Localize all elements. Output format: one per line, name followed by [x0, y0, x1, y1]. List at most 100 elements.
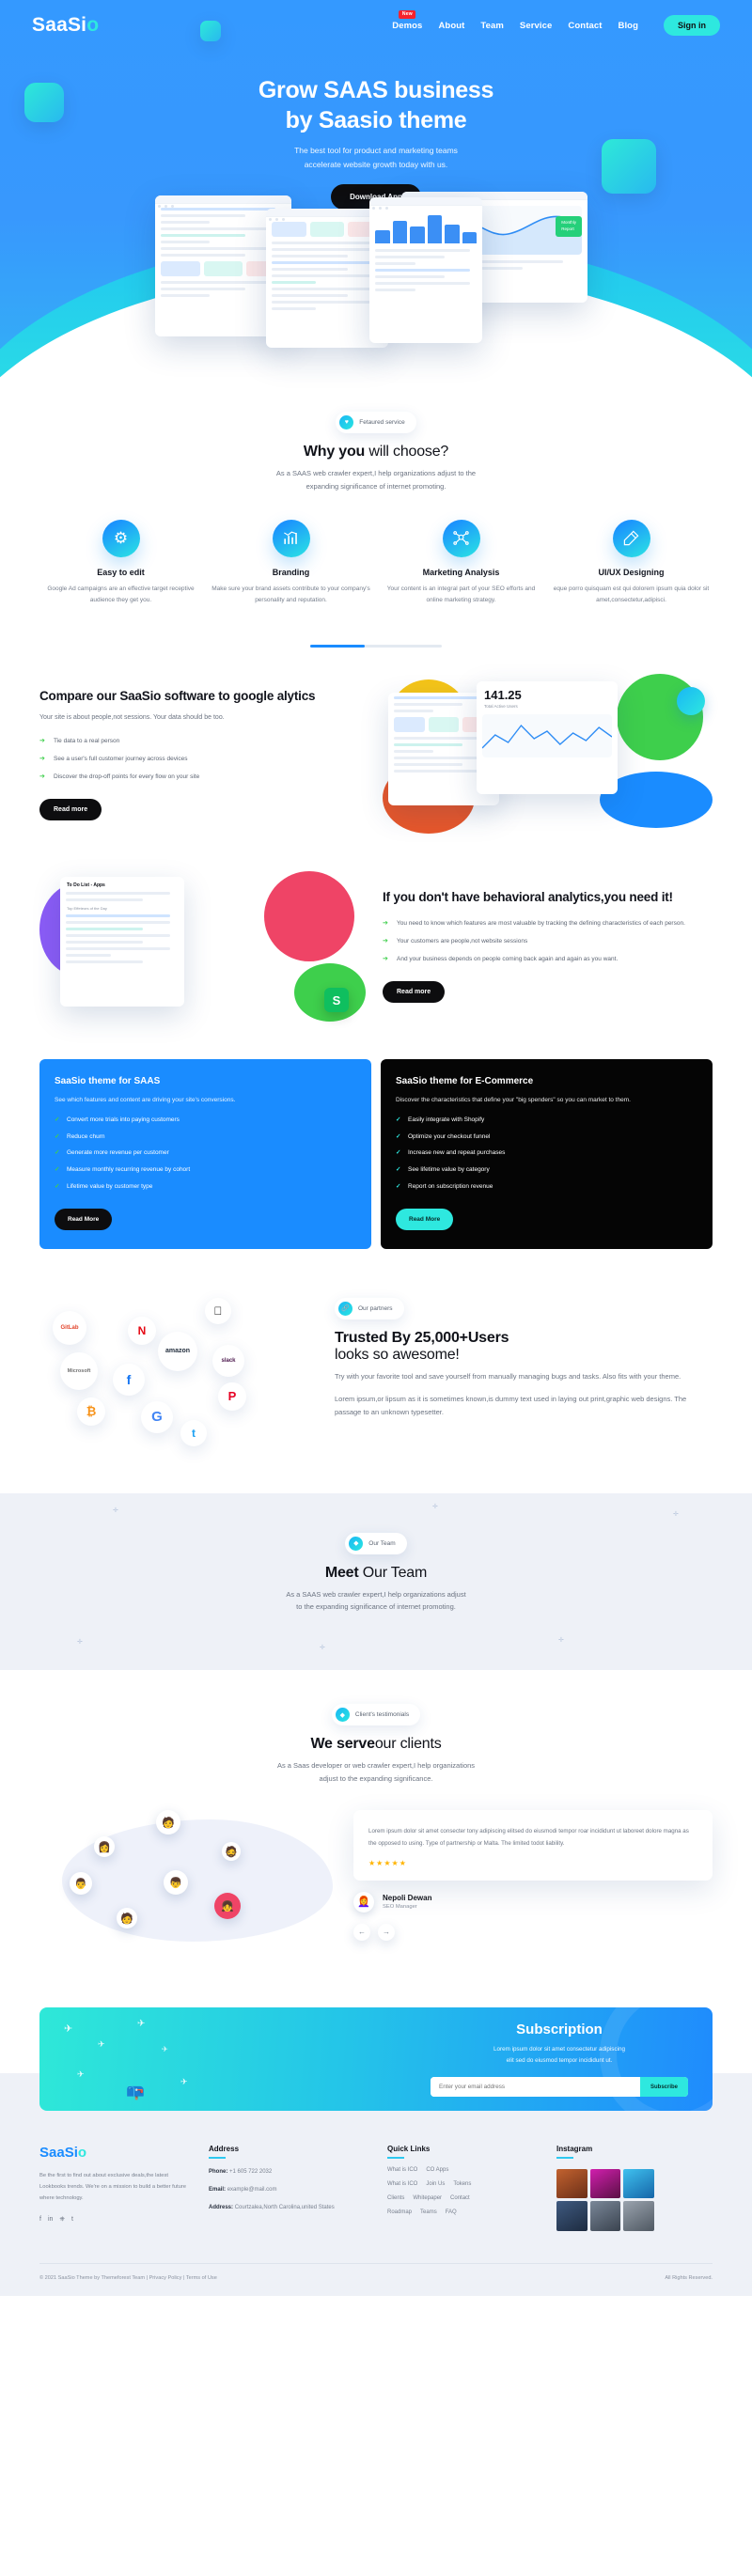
footer-quicklinks-column: Quick Links What is ICO CO Apps What is …: [387, 2145, 538, 2231]
compare-bullets: Tie data to a real person See a user's f…: [39, 736, 369, 783]
nav-item-about[interactable]: About: [438, 21, 464, 31]
prev-arrow-button[interactable]: ←: [353, 1923, 370, 1941]
progress-track[interactable]: [310, 645, 442, 648]
pill-label: Client's testimonials: [354, 1711, 410, 1719]
logo-facebook[interactable]: f: [113, 1363, 145, 1396]
nav-item-service[interactable]: Service: [520, 21, 553, 31]
decor-ring: [600, 2007, 713, 2112]
logo-twitter[interactable]: t: [180, 1419, 207, 1446]
quick-link[interactable]: Whitepaper: [413, 2195, 442, 2201]
author-name: Nepoli Dewan: [383, 1894, 432, 1903]
avatar[interactable]: 🧑: [156, 1810, 180, 1835]
our-partners-pill: 🔗 Our partners: [335, 1297, 404, 1319]
feature-title: UI/UX Designing: [598, 567, 665, 577]
team-section: ✛ ✛ ✛ ✛ ✛ ✛ ◆ Our Team Meet Our Team As …: [0, 1492, 752, 1671]
page-root: SaaSio New Demos About Team Service Cont…: [0, 0, 752, 2296]
brand-name: SaaSi: [32, 14, 87, 36]
logo-gitlab[interactable]: GitLab: [53, 1310, 86, 1345]
quick-link[interactable]: FAQ: [446, 2209, 457, 2215]
facebook-icon[interactable]: f: [39, 2216, 41, 2224]
partners-section: GitLab  N amazon slack Microsoft f P ₿ …: [0, 1292, 752, 1452]
address-value: Courtzalea,North Carolina,united States: [234, 2205, 335, 2211]
avatar[interactable]: 👩: [94, 1836, 115, 1858]
nav-item-blog[interactable]: Blog: [618, 21, 638, 31]
feature-card[interactable]: Branding Make sure your brand assets con…: [210, 519, 372, 607]
quick-link[interactable]: CO Apps: [426, 2167, 448, 2173]
linkedin-icon[interactable]: in: [48, 2216, 53, 2224]
blob-red: [264, 871, 354, 962]
sign-in-button[interactable]: Sign in: [664, 15, 720, 36]
behavioral-read-more-button[interactable]: Read more: [383, 980, 446, 1003]
panel-list: Convert more trials into paying customer…: [55, 1116, 356, 1192]
quick-link[interactable]: Teams: [420, 2209, 437, 2215]
quick-link[interactable]: Tokens: [453, 2181, 471, 2187]
compare-text: Compare our SaaSio software to google al…: [39, 687, 369, 821]
compare-read-more-button[interactable]: Read more: [39, 799, 102, 821]
paper-plane-icon: ✈: [180, 2077, 188, 2087]
quick-link[interactable]: Join Us: [426, 2181, 445, 2187]
main-nav: New Demos About Team Service Contact Blo…: [392, 9, 720, 36]
instagram-tile[interactable]: [589, 2169, 621, 2199]
nav-item-contact[interactable]: Contact: [568, 21, 602, 31]
instagram-tile[interactable]: [589, 2201, 621, 2231]
top-navigation-bar: SaaSio New Demos About Team Service Cont…: [0, 0, 752, 51]
bar-chart-icon: [272, 519, 310, 557]
pencil-glyph: [623, 530, 639, 546]
compare-section: Compare our SaaSio software to google al…: [0, 674, 752, 835]
hero-title-line1: Grow SAAS business: [258, 77, 494, 103]
behavioral-text: If you don't have behavioral analytics,y…: [383, 888, 713, 1003]
logo-pinterest[interactable]: P: [218, 1382, 246, 1411]
quick-link[interactable]: Roadmap: [387, 2209, 412, 2215]
next-arrow-button[interactable]: →: [378, 1923, 395, 1941]
panel-ecommerce: SaaSio theme for E-Commerce Discover the…: [381, 1059, 713, 1249]
brand-logo[interactable]: SaaSio: [32, 14, 99, 37]
quick-link[interactable]: Contact: [450, 2195, 470, 2201]
phone-value[interactable]: +1 605 722 2032: [229, 2169, 272, 2175]
logo-slack[interactable]: slack: [212, 1344, 244, 1377]
why-subtitle: As a SAAS web crawler expert,I help orga…: [0, 467, 752, 493]
logo-netflix[interactable]: N: [128, 1316, 156, 1345]
bullet-item: And your business depends on people comi…: [383, 954, 713, 965]
todo-card: To Do List - Apps Top Effeteors of the D…: [60, 877, 184, 1007]
quick-link[interactable]: What is ICO: [387, 2167, 417, 2173]
panel-ecommerce-read-more-button[interactable]: Read More: [396, 1208, 454, 1230]
avatar-active[interactable]: 👧: [214, 1893, 241, 1920]
nav-item-demos[interactable]: New Demos: [392, 9, 422, 31]
instagram-tile[interactable]: [623, 2201, 654, 2231]
logo-bitcoin[interactable]: ₿: [77, 1397, 105, 1426]
feature-card[interactable]: Marketing Analysis Your content is an in…: [380, 519, 542, 607]
instagram-tile[interactable]: [623, 2169, 654, 2199]
nav-item-team[interactable]: Team: [480, 21, 504, 31]
decor-plus-icon: ✛: [558, 1637, 564, 1645]
features-row: ⚙ Easy to edit Google Ad campaigns are a…: [0, 519, 752, 607]
panel-saas-read-more-button[interactable]: Read More: [55, 1208, 113, 1230]
quicklinks-row: What is ICO CO Apps: [387, 2167, 538, 2173]
carousel-progress[interactable]: [0, 645, 752, 648]
footer-brand-name: SaaSi: [39, 2145, 78, 2162]
team-title: Meet Our Team: [0, 1565, 752, 1582]
behavioral-section: To Do List - Apps Top Effeteors of the D…: [0, 866, 752, 1025]
dribbble-icon[interactable]: ⎈: [59, 2216, 65, 2224]
feature-card[interactable]: UI/UX Designing eque porro quisquam est …: [550, 519, 713, 607]
avatar[interactable]: 🧑: [117, 1908, 137, 1929]
email-value[interactable]: example@mail.com: [227, 2187, 277, 2193]
paper-plane-icon: ✈: [77, 2069, 85, 2080]
avatar[interactable]: 👦: [164, 1870, 188, 1896]
logo-google[interactable]: G: [141, 1400, 173, 1433]
footer-logo[interactable]: SaaSio: [39, 2145, 190, 2161]
paper-plane-icon: ✈: [162, 2045, 168, 2054]
logo-apple[interactable]: : [205, 1297, 231, 1324]
panel-title: SaaSio theme for SAAS: [55, 1076, 161, 1087]
quick-link[interactable]: What is ICO: [387, 2181, 417, 2187]
avatar[interactable]: 👨: [70, 1872, 92, 1896]
instagram-tile[interactable]: [556, 2169, 588, 2199]
quick-link[interactable]: Clients: [387, 2195, 404, 2201]
paper-plane-icon: ✈: [98, 2039, 105, 2050]
feature-card[interactable]: ⚙ Easy to edit Google Ad campaigns are a…: [39, 519, 202, 607]
instagram-tile[interactable]: [556, 2201, 588, 2231]
twitter-icon[interactable]: t: [71, 2216, 73, 2224]
brand-accent: o: [86, 14, 100, 36]
avatar[interactable]: 🧔: [222, 1842, 241, 1862]
logo-amazon[interactable]: amazon: [158, 1331, 197, 1371]
logo-microsoft[interactable]: Microsoft: [60, 1351, 98, 1390]
